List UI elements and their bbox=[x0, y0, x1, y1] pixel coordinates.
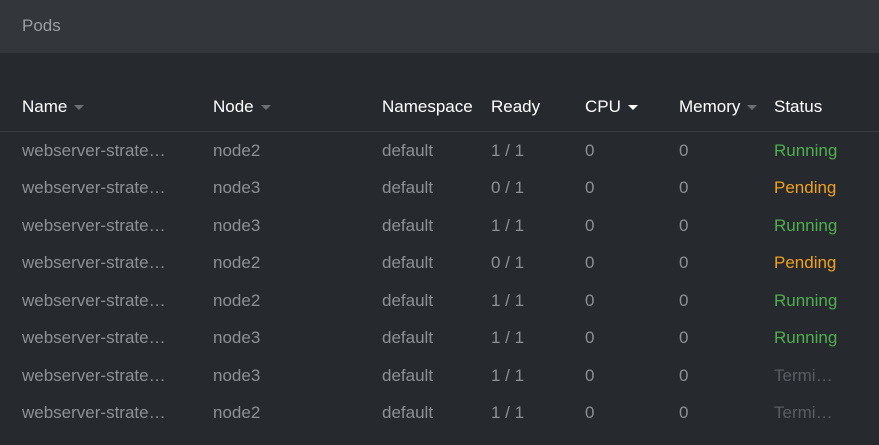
pod-name[interactable]: webserver-strategy-rolling-update bbox=[22, 394, 167, 431]
pod-namespace: default bbox=[382, 366, 434, 385]
pod-name[interactable]: webserver-strategy-rolling-update bbox=[22, 132, 167, 169]
table-row[interactable]: webserver-strategy-rolling-update node3 … bbox=[0, 357, 879, 394]
pod-status: Pending bbox=[774, 178, 837, 197]
sort-caret-icon[interactable] bbox=[260, 105, 271, 110]
pod-cpu: 0 bbox=[585, 216, 595, 235]
pod-ready: 1 / 1 bbox=[491, 403, 525, 422]
pod-namespace: default bbox=[382, 178, 434, 197]
panel-title: Pods bbox=[22, 16, 61, 35]
pod-node: node2 bbox=[213, 141, 261, 160]
column-header-label: Name bbox=[22, 97, 68, 116]
pod-cpu: 0 bbox=[585, 141, 595, 160]
column-header-label: Memory bbox=[679, 97, 741, 116]
pod-name[interactable]: webserver-strategy-rolling-update bbox=[22, 282, 167, 319]
pod-status: Terminating bbox=[774, 366, 842, 385]
column-header-label: CPU bbox=[585, 97, 621, 116]
pod-ready: 0 / 1 bbox=[491, 253, 525, 272]
column-header-label: Ready bbox=[491, 97, 541, 116]
pod-memory: 0 bbox=[679, 291, 689, 310]
table-row[interactable]: webserver-strategy-rolling-update node2 … bbox=[0, 132, 879, 169]
pod-node: node3 bbox=[213, 328, 261, 347]
table-row[interactable]: webserver-strategy-rolling-update node2 … bbox=[0, 394, 879, 431]
pod-cpu: 0 bbox=[585, 328, 595, 347]
pod-memory: 0 bbox=[679, 178, 689, 197]
pod-node: node2 bbox=[213, 253, 261, 272]
pod-memory: 0 bbox=[679, 141, 689, 160]
table-header-row: Name Node Namespace Ready CPU Memory Sta… bbox=[0, 89, 879, 132]
table-row[interactable]: webserver-strategy-rolling-update node2 … bbox=[0, 244, 879, 281]
pod-name[interactable]: webserver-strategy-rolling-update bbox=[22, 169, 167, 206]
pod-namespace: default bbox=[382, 253, 434, 272]
pod-name[interactable]: webserver-strategy-rolling-update bbox=[22, 244, 167, 281]
pod-cpu: 0 bbox=[585, 366, 595, 385]
pod-namespace: default bbox=[382, 403, 434, 422]
pod-node: node2 bbox=[213, 403, 261, 422]
pod-memory: 0 bbox=[679, 328, 689, 347]
pod-memory: 0 bbox=[679, 366, 689, 385]
pod-node: node3 bbox=[213, 216, 261, 235]
column-header-namespace[interactable]: Namespace bbox=[382, 89, 482, 125]
pod-name[interactable]: webserver-strategy-rolling-update bbox=[22, 319, 167, 356]
column-header-label: Status bbox=[774, 97, 823, 116]
pod-namespace: default bbox=[382, 328, 434, 347]
column-header-label: Namespace bbox=[382, 97, 473, 116]
pod-status: Pending bbox=[774, 253, 837, 272]
pod-memory: 0 bbox=[679, 253, 689, 272]
column-header-node[interactable]: Node bbox=[213, 89, 363, 125]
pod-status: Running bbox=[774, 216, 838, 235]
sort-caret-icon[interactable] bbox=[747, 105, 758, 110]
pod-memory: 0 bbox=[679, 403, 689, 422]
pod-name[interactable]: webserver-strategy-rolling-update bbox=[22, 357, 167, 394]
pod-namespace: default bbox=[382, 291, 434, 310]
pod-node: node2 bbox=[213, 291, 261, 310]
table-row[interactable]: webserver-strategy-rolling-update node2 … bbox=[0, 282, 879, 319]
pod-cpu: 0 bbox=[585, 178, 595, 197]
pod-status: Running bbox=[774, 328, 838, 347]
pod-namespace: default bbox=[382, 216, 434, 235]
pod-ready: 1 / 1 bbox=[491, 141, 525, 160]
column-header-name[interactable]: Name bbox=[22, 89, 167, 125]
pod-ready: 1 / 1 bbox=[491, 366, 525, 385]
pod-status: Running bbox=[774, 141, 838, 160]
pod-cpu: 0 bbox=[585, 403, 595, 422]
pod-status: Running bbox=[774, 291, 838, 310]
pod-node: node3 bbox=[213, 366, 261, 385]
pod-ready: 1 / 1 bbox=[491, 216, 525, 235]
table-row[interactable]: webserver-strategy-rolling-update node3 … bbox=[0, 319, 879, 356]
table-row[interactable]: webserver-strategy-rolling-update node3 … bbox=[0, 207, 879, 244]
table-row[interactable]: webserver-strategy-rolling-update node3 … bbox=[0, 169, 879, 206]
pod-status: Terminating bbox=[774, 403, 842, 422]
column-header-status[interactable]: Status bbox=[774, 89, 842, 125]
pod-name[interactable]: webserver-strategy-rolling-update bbox=[22, 207, 167, 244]
column-header-ready[interactable]: Ready bbox=[491, 89, 571, 125]
pod-cpu: 0 bbox=[585, 291, 595, 310]
panel-header: Pods bbox=[0, 0, 879, 53]
sort-caret-icon[interactable] bbox=[74, 105, 85, 110]
sort-caret-active-icon[interactable] bbox=[627, 105, 638, 110]
pod-ready: 1 / 1 bbox=[491, 291, 525, 310]
pod-ready: 0 / 1 bbox=[491, 178, 525, 197]
pod-namespace: default bbox=[382, 141, 434, 160]
pod-node: node3 bbox=[213, 178, 261, 197]
pod-ready: 1 / 1 bbox=[491, 328, 525, 347]
column-header-cpu[interactable]: CPU bbox=[585, 89, 665, 125]
pod-memory: 0 bbox=[679, 216, 689, 235]
pod-cpu: 0 bbox=[585, 253, 595, 272]
column-header-label: Node bbox=[213, 97, 254, 116]
column-header-memory[interactable]: Memory bbox=[679, 89, 764, 125]
